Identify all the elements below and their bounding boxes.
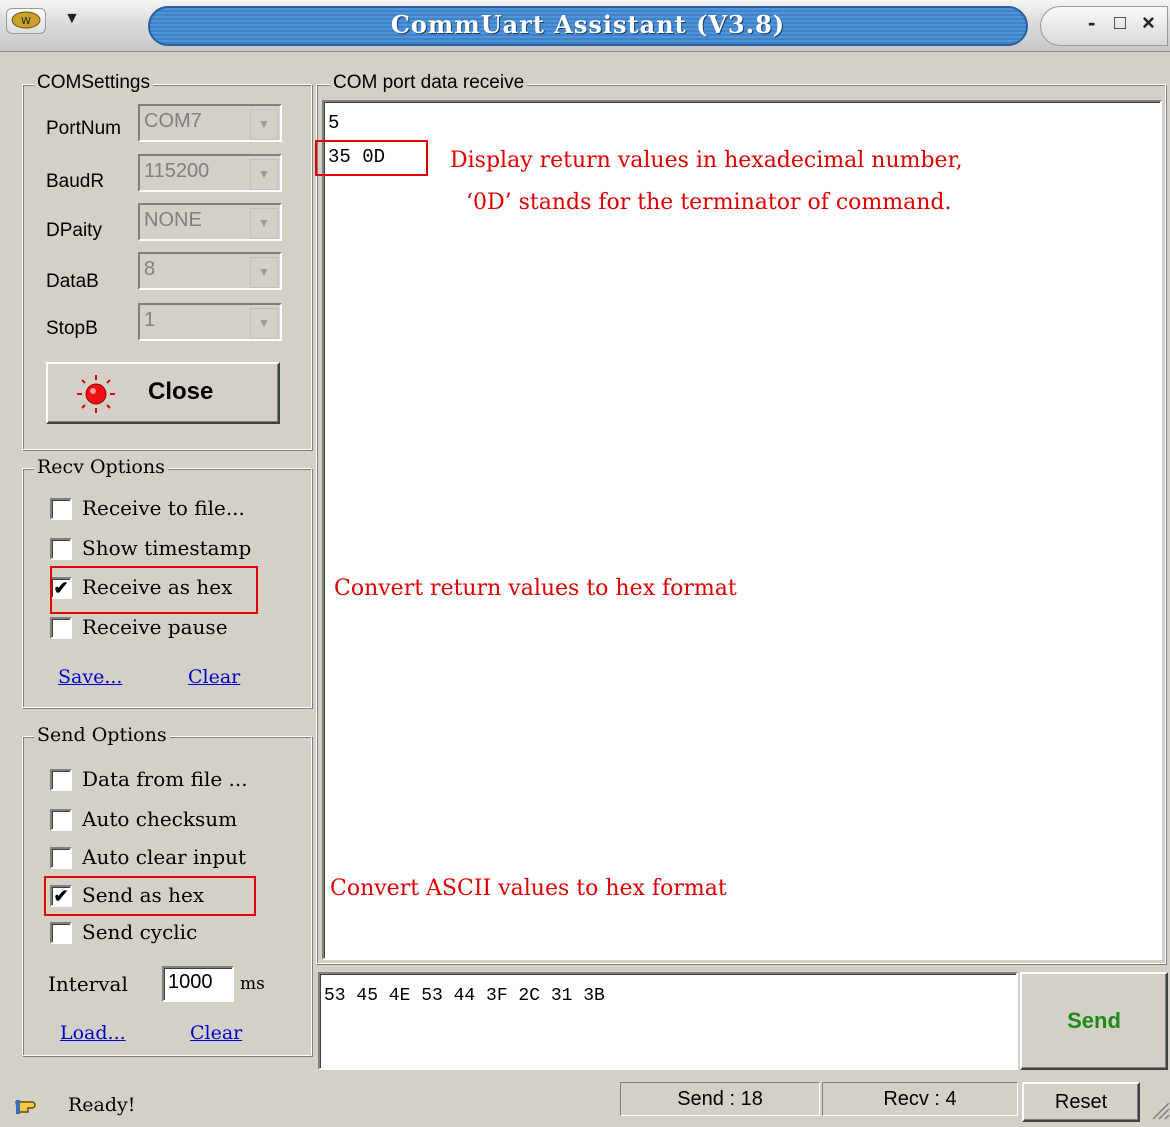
auto-checksum-label: Auto checksum xyxy=(82,807,238,831)
chevron-down-icon: ▼ xyxy=(250,109,278,140)
auto-clear-input-label: Auto clear input xyxy=(82,845,247,869)
auto-checksum-checkbox[interactable] xyxy=(50,809,72,831)
window-title: CommUart Assistant (V3.8) xyxy=(390,10,786,39)
databits-value: 8 xyxy=(144,258,156,280)
recv-counter: Recv : 4 xyxy=(822,1082,1018,1116)
minimize-button[interactable]: - xyxy=(1088,10,1095,36)
annotation-hex-display-line1: Display return values in hexadecimal num… xyxy=(450,148,963,173)
maximize-button[interactable]: □ xyxy=(1114,12,1126,35)
reset-button[interactable]: Reset xyxy=(1022,1082,1140,1122)
send-button-label: Send xyxy=(1067,1008,1121,1033)
databits-label: DataB xyxy=(46,271,99,292)
load-link[interactable]: Load... xyxy=(60,1022,126,1044)
receive-to-file-label: Receive to file... xyxy=(82,496,245,520)
send-input-text: 53 45 4E 53 44 3F 2C 31 3B xyxy=(324,986,605,1006)
send-cyclic-label: Send cyclic xyxy=(82,920,198,944)
stopbits-label: StopB xyxy=(46,318,98,339)
databits-select[interactable]: 8 ▼ xyxy=(138,252,282,290)
data-from-file-checkbox[interactable] xyxy=(50,769,72,791)
data-from-file-label: Data from file ... xyxy=(82,767,248,791)
recv-options-legend: Recv Options xyxy=(34,456,168,478)
recv-clear-link[interactable]: Clear xyxy=(188,666,240,688)
close-window-button[interactable]: × xyxy=(1142,10,1155,36)
stopbits-value: 1 xyxy=(144,309,156,331)
annotation-hex-display-line2: ‘0D’ stands for the terminator of comman… xyxy=(466,190,952,215)
annotation-send-hex: Convert ASCII values to hex format xyxy=(330,876,727,901)
receive-to-file-checkbox[interactable] xyxy=(50,498,72,520)
interval-label: Interval xyxy=(48,972,128,996)
send-button[interactable]: Send xyxy=(1020,972,1168,1070)
portnum-select[interactable]: COM7 ▼ xyxy=(138,104,282,142)
annotation-recv-hex: Convert return values to hex format xyxy=(334,576,737,601)
portnum-value: COM7 xyxy=(144,110,202,132)
parity-value: NONE xyxy=(144,209,202,231)
close-button-label: Close xyxy=(148,378,214,405)
parity-label: DPaity xyxy=(46,220,102,241)
send-clear-link[interactable]: Clear xyxy=(190,1022,242,1044)
interval-unit: ms xyxy=(240,974,265,994)
receive-line-1: 5 xyxy=(328,112,340,134)
receive-as-hex-highlight xyxy=(50,566,258,614)
baudrate-select[interactable]: 115200 ▼ xyxy=(138,154,282,192)
receive-legend: COM port data receive xyxy=(330,72,528,94)
show-timestamp-checkbox[interactable] xyxy=(50,538,72,560)
chevron-down-icon: ▼ xyxy=(250,308,278,339)
send-options-legend: Send Options xyxy=(34,724,170,746)
baudrate-label: BaudR xyxy=(46,171,105,192)
stopbits-select[interactable]: 1 ▼ xyxy=(138,303,282,341)
baudrate-value: 115200 xyxy=(144,160,210,182)
send-cyclic-checkbox[interactable] xyxy=(50,922,72,944)
receive-pause-checkbox[interactable] xyxy=(50,617,72,639)
chevron-down-icon: ▼ xyxy=(250,159,278,190)
pointing-hand-icon xyxy=(14,1092,44,1116)
receive-pause-label: Receive pause xyxy=(82,615,228,639)
system-menu-dropdown-icon[interactable]: ▼ xyxy=(64,10,80,28)
auto-clear-input-checkbox[interactable] xyxy=(50,847,72,869)
hex-value-highlight xyxy=(315,140,428,176)
interval-input[interactable]: 1000 xyxy=(162,966,234,1002)
app-logo-icon[interactable]: W xyxy=(6,8,46,34)
title-bar: W ▼ CommUart Assistant (V3.8) - □ × xyxy=(0,0,1170,52)
resize-grip-icon[interactable] xyxy=(1148,1098,1170,1120)
svg-text:W: W xyxy=(21,16,31,27)
com-settings-legend: COMSettings xyxy=(34,72,153,94)
receive-textarea[interactable] xyxy=(322,100,1162,960)
status-text: Ready! xyxy=(68,1094,136,1116)
send-counter: Send : 18 xyxy=(620,1082,820,1116)
chevron-down-icon: ▼ xyxy=(250,257,278,288)
chevron-down-icon: ▼ xyxy=(250,208,278,239)
send-as-hex-highlight xyxy=(44,876,256,916)
close-port-button[interactable]: Close xyxy=(46,362,280,424)
red-light-icon xyxy=(76,374,116,420)
portnum-label: PortNum xyxy=(46,118,121,139)
parity-select[interactable]: NONE ▼ xyxy=(138,203,282,241)
save-link[interactable]: Save... xyxy=(58,666,122,688)
show-timestamp-label: Show timestamp xyxy=(82,536,252,560)
